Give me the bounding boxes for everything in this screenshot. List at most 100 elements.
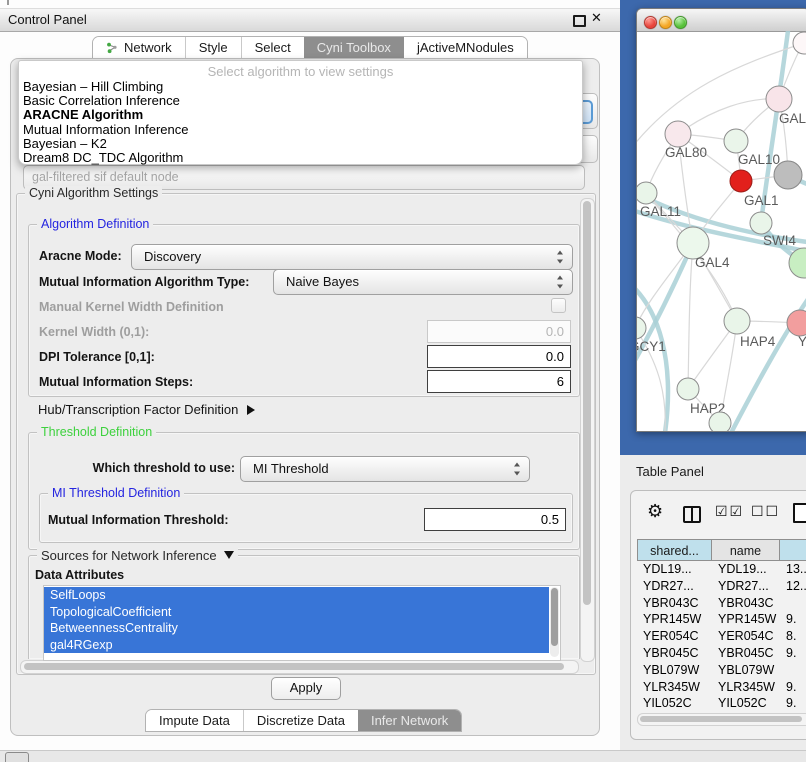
- top-divider-mark: [7, 0, 9, 5]
- algorithm-option-dream8-dc-tdc-algorithm[interactable]: Dream8 DC_TDC Algorithm: [23, 151, 578, 165]
- mutual-information-threshold-input[interactable]: [424, 508, 566, 531]
- network-node[interactable]: [793, 32, 806, 54]
- attributes-scrollbar-thumb[interactable]: [551, 588, 558, 646]
- split-columns-icon[interactable]: [683, 506, 701, 523]
- tab-select[interactable]: Select: [241, 37, 304, 59]
- table-cell: YLR345W: [718, 679, 780, 696]
- mi-steps-input[interactable]: [427, 370, 571, 393]
- sources-title-text: Sources for Network Inference: [41, 548, 217, 563]
- tab-network[interactable]: Network: [93, 37, 185, 59]
- tab-discretize-data[interactable]: Discretize Data: [243, 710, 358, 731]
- attribute-item-topologicalcoefficient[interactable]: TopologicalCoefficient: [44, 604, 549, 621]
- hub-tf-definition-label: Hub/Transcription Factor Definition: [38, 402, 238, 417]
- network-node-label: GAL1: [744, 193, 779, 208]
- settings-horizontal-scrollbar-thumb[interactable]: [24, 663, 564, 670]
- sources-title[interactable]: Sources for Network Inference: [37, 548, 238, 563]
- table-cell: YDL19...: [643, 561, 712, 578]
- algorithm-option-basic-correlation-inference[interactable]: Basic Correlation Inference: [23, 94, 578, 108]
- network-node-gal10[interactable]: [724, 129, 748, 153]
- bottom-tab-bar: Impute Data Discretize DataInfer Network: [145, 709, 462, 732]
- table-horizontal-scrollbar-thumb[interactable]: [640, 716, 802, 722]
- settings-horizontal-scrollbar[interactable]: [20, 660, 579, 674]
- tab-cyni-toolbox[interactable]: Cyni Toolbox: [304, 37, 404, 59]
- attribute-item-gal4rgexp[interactable]: gal4RGexp: [44, 637, 549, 654]
- network-node-hap2[interactable]: [677, 378, 699, 400]
- aracne-mode-combo[interactable]: Discovery: [131, 244, 573, 270]
- table-row-yer054c[interactable]: YER054CYER054C8.: [637, 628, 806, 645]
- table-row-ybr045c[interactable]: YBR045CYBR045C9.: [637, 645, 806, 662]
- network-node[interactable]: [709, 412, 731, 431]
- threshold-definition-title: Threshold Definition: [37, 425, 156, 439]
- bottom-status-bar: [0, 750, 806, 762]
- manual-kernel-width-checkbox[interactable]: [551, 298, 566, 313]
- table-row-ydr27[interactable]: YDR27...YDR27...12...: [637, 578, 806, 595]
- tab-infer-network[interactable]: Infer Network: [358, 710, 461, 731]
- gear-icon[interactable]: ⚙: [647, 501, 663, 522]
- collapsed-arrow-icon[interactable]: [247, 405, 255, 415]
- algorithm-option-aracne-algorithm[interactable]: ARACNE Algorithm: [23, 108, 578, 122]
- stepper-icon: [556, 276, 565, 289]
- column-header-shared[interactable]: shared...: [637, 539, 712, 561]
- network-node-y[interactable]: [787, 310, 806, 336]
- tab-jactivemnodules[interactable]: jActiveMNodules: [404, 37, 527, 59]
- column-header-2[interactable]: [780, 539, 806, 561]
- settings-vertical-scrollbar[interactable]: [580, 198, 595, 662]
- table-horizontal-scrollbar[interactable]: [637, 713, 806, 726]
- kernel-width-input[interactable]: [427, 320, 571, 343]
- checked-columns-icon[interactable]: ☑☑: [715, 504, 744, 520]
- mi-algorithm-type-combo[interactable]: Naive Bayes: [273, 269, 573, 295]
- attribute-item-selfloops[interactable]: SelfLoops: [44, 587, 549, 604]
- network-node[interactable]: [774, 161, 802, 189]
- hub-tf-definition-section[interactable]: Hub/Transcription Factor Definition: [38, 402, 255, 417]
- minimize-traffic-light[interactable]: [659, 16, 672, 29]
- network-node-gcy1[interactable]: [637, 317, 646, 339]
- table-cell: 12...: [786, 578, 806, 595]
- network-node-hap4[interactable]: [724, 308, 750, 334]
- close-icon[interactable]: ✕: [591, 11, 602, 26]
- algorithm-option-bayesian-hill-climbing[interactable]: Bayesian – Hill Climbing: [23, 80, 578, 94]
- tab-label: Impute Data: [159, 710, 230, 732]
- table-cell: YPR145W: [718, 611, 780, 628]
- algorithm-definition-group: Algorithm Definition Aracne Mode: Discov…: [28, 224, 580, 397]
- table-cell: YBR043C: [643, 595, 712, 612]
- dpi-tolerance-input[interactable]: [427, 345, 571, 368]
- page-icon[interactable]: [793, 503, 806, 523]
- network-node-gal7[interactable]: [766, 86, 792, 112]
- network-node-label: GAL11: [640, 204, 681, 219]
- network-view-window[interactable]: GAL7GAL80GAL10GAL1GAL11SWI4GAL4HAP4YGCY1…: [636, 8, 806, 432]
- table-row-ydl19[interactable]: YDL19...YDL19...13...: [637, 561, 806, 578]
- close-traffic-light[interactable]: [644, 16, 657, 29]
- column-header-name[interactable]: name: [712, 539, 780, 561]
- bottom-left-panel-icon[interactable]: [5, 752, 29, 762]
- unchecked-columns-icon[interactable]: ☐☐: [751, 504, 780, 520]
- attribute-item-betweennesscentrality[interactable]: BetweennessCentrality: [44, 620, 549, 637]
- table-cell: 13...: [786, 561, 806, 578]
- expanded-arrow-icon[interactable]: [224, 551, 234, 559]
- network-node-gal11[interactable]: [637, 182, 657, 204]
- data-attributes-list[interactable]: gal4RGexpBetweennessCentralityTopologica…: [43, 585, 561, 661]
- network-node-swi4[interactable]: [750, 212, 772, 234]
- kernel-width-label: Kernel Width (0,1):: [39, 325, 149, 339]
- network-node-gal80[interactable]: [665, 121, 691, 147]
- network-node-gal1[interactable]: [730, 170, 752, 192]
- float-window-icon[interactable]: [573, 15, 586, 27]
- attributes-scrollbar[interactable]: [550, 587, 559, 657]
- network-canvas[interactable]: GAL7GAL80GAL10GAL1GAL11SWI4GAL4HAP4YGCY1…: [637, 31, 806, 431]
- network-node-label: HAP4: [740, 334, 776, 349]
- tab-impute-data[interactable]: Impute Data: [146, 710, 243, 731]
- algorithm-option-bayesian-k2[interactable]: Bayesian – K2: [23, 137, 578, 151]
- settings-vertical-scrollbar-thumb[interactable]: [583, 201, 591, 605]
- zoom-traffic-light[interactable]: [674, 16, 687, 29]
- algorithm-option-mutual-information-inference[interactable]: Mutual Information Inference: [23, 123, 578, 137]
- apply-button[interactable]: Apply: [271, 677, 341, 700]
- which-threshold-combo[interactable]: MI Threshold: [240, 456, 530, 482]
- table-row-ypr145w[interactable]: YPR145WYPR145W9.: [637, 611, 806, 628]
- table-row-ybr043c[interactable]: YBR043CYBR043C: [637, 595, 806, 612]
- network-window-titlebar[interactable]: [637, 9, 806, 32]
- table-row-ybl079w[interactable]: YBL079WYBL079W: [637, 662, 806, 679]
- aracne-mode-value: Discovery: [144, 245, 201, 269]
- tab-style[interactable]: Style: [185, 37, 241, 59]
- table-row-yil052c[interactable]: YIL052CYIL052C9.: [637, 695, 806, 711]
- table-row-ylr345w[interactable]: YLR345WYLR345W9.: [637, 679, 806, 696]
- mutual-information-threshold-label: Mutual Information Threshold:: [48, 513, 229, 527]
